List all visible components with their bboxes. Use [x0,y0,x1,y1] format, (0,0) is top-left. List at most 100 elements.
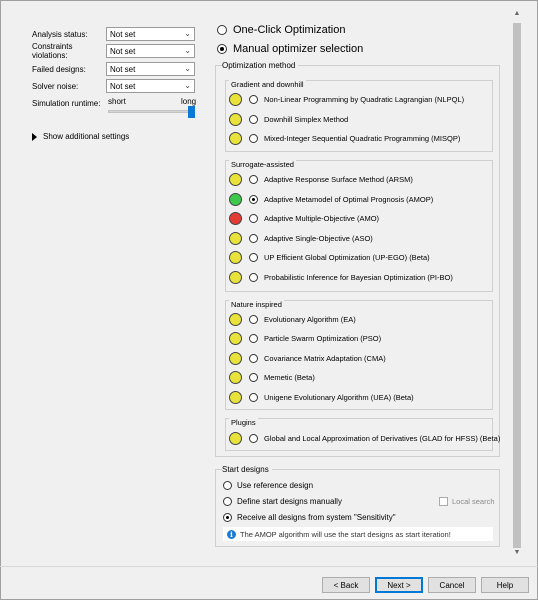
algo-row-glad[interactable]: Global and Local Approximation of Deriva… [229,430,501,446]
algo-radio[interactable] [249,433,258,443]
scroll-down-arrow-icon[interactable]: ▼ [513,549,521,557]
algo-label: Unigene Evolutionary Algorithm (UEA) (Be… [264,392,414,402]
algo-label: Evolutionary Algorithm (EA) [264,314,356,324]
algo-row-amop[interactable]: Adaptive Metamodel of Optimal Prognosis … [229,191,497,207]
select-value: Not set [110,46,136,56]
algo-radio[interactable] [249,114,258,124]
algo-label: UP Efficient Global Optimization (UP-EGO… [264,252,430,262]
show-additional-settings[interactable]: Show additional settings [32,132,129,141]
runtime-label: Simulation runtime: [32,99,101,108]
select-value: Not set [110,64,136,74]
algo-radio[interactable] [249,252,258,262]
algo-row-nlpql[interactable]: Non-Linear Programming by Quadratic Lagr… [229,91,497,107]
chevron-down-icon: ⌄ [184,29,191,38]
expand-triangle-icon [32,132,37,141]
algo-radio[interactable] [249,272,258,282]
footer-divider [0,566,538,567]
algo-row-downhill-simplex[interactable]: Downhill Simplex Method [229,111,497,127]
algo-label: Adaptive Response Surface Method (ARSM) [264,174,413,184]
algo-row-cma[interactable]: Covariance Matrix Adaptation (CMA) [229,350,497,366]
algo-row-pso[interactable]: Particle Swarm Optimization (PSO) [229,330,497,346]
receive-all-designs-option[interactable]: Receive all designs from system "Sensiti… [223,513,396,522]
algo-label: Downhill Simplex Method [264,114,349,124]
start-option-label: Receive all designs from system "Sensiti… [237,513,396,522]
use-reference-design-option[interactable]: Use reference design [223,481,313,490]
algo-row-arsm[interactable]: Adaptive Response Surface Method (ARSM) [229,171,497,187]
algo-radio[interactable] [249,94,258,104]
criteria-pane: Analysis status: Not set ⌄ Constraints v… [0,0,203,570]
algo-radio[interactable] [249,213,258,223]
chevron-down-icon: ⌄ [184,81,191,90]
start-radio[interactable] [223,497,232,506]
algo-radio[interactable] [249,174,258,184]
manual-radio[interactable] [217,44,227,54]
show-additional-label: Show additional settings [43,132,130,141]
start-radio[interactable] [223,481,232,490]
algo-row-aso[interactable]: Adaptive Single-Objective (ASO) [229,230,497,246]
status-lamp-icon [229,351,242,365]
scrollbar-thumb[interactable] [513,23,521,548]
status-lamp-icon [229,312,242,326]
failed-designs-select[interactable]: Not set ⌄ [106,62,195,76]
runtime-long-label: long [181,97,197,106]
one-click-radio[interactable] [217,25,227,35]
runtime-slider-track[interactable] [108,110,194,113]
algo-radio[interactable] [249,333,258,343]
runtime-slider-thumb[interactable] [188,106,195,118]
algo-label: Mixed-Integer Sequential Quadratic Progr… [264,133,461,143]
algo-radio[interactable] [249,353,258,363]
info-message: i The AMOP algorithm will use the start … [223,527,493,541]
status-lamp-icon [229,431,242,445]
one-click-option[interactable]: One-Click Optimization [217,24,345,36]
algo-radio[interactable] [249,194,258,204]
cancel-button[interactable]: Cancel [428,577,476,593]
algo-radio[interactable] [249,133,258,143]
back-button[interactable]: < Back [322,577,370,593]
criterion-label: Solver noise: [32,81,79,91]
criterion-label: Constraints violations: [32,42,73,60]
scroll-up-arrow-icon[interactable]: ▲ [513,10,521,18]
status-lamp-icon [229,370,242,384]
algo-row-up-ego[interactable]: UP Efficient Global Optimization (UP-EGO… [229,249,497,265]
category-title: Surrogate-assisted [229,160,296,169]
criterion-constraints-violations: Constraints violations: Not set ⌄ [32,42,197,60]
algo-label: Adaptive Single-Objective (ASO) [264,233,373,243]
algo-row-pi-bo[interactable]: Probabilistic Inference for Bayesian Opt… [229,269,497,285]
manual-label: Manual optimizer selection [233,43,364,55]
algo-label: Memetic (Beta) [264,372,315,382]
algo-row-uea[interactable]: Unigene Evolutionary Algorithm (UEA) (Be… [229,389,497,405]
define-manually-option[interactable]: Define start designs manually [223,497,342,506]
category-title: Gradient and downhill [229,80,306,89]
criterion-analysis-status: Analysis status: Not set ⌄ [32,27,197,41]
algo-label: Global and Local Approximation of Deriva… [264,433,501,443]
category-title: Plugins [229,418,258,427]
info-text: The AMOP algorithm will use the start de… [240,529,451,539]
start-radio[interactable] [223,513,232,522]
algo-row-misqp[interactable]: Mixed-Integer Sequential Quadratic Progr… [229,130,497,146]
status-lamp-icon [229,231,242,245]
next-button[interactable]: Next > [375,577,423,593]
algo-row-amo[interactable]: Adaptive Multiple-Objective (AMO) [229,210,497,226]
constraints-violations-select[interactable]: Not set ⌄ [106,44,195,58]
solver-noise-select[interactable]: Not set ⌄ [106,79,195,93]
help-button[interactable]: Help [481,577,529,593]
vertical-scrollbar[interactable]: ▲ ▼ [511,10,523,557]
checkbox-box[interactable] [439,497,448,506]
algo-row-memetic[interactable]: Memetic (Beta) [229,369,497,385]
algo-row-ea[interactable]: Evolutionary Algorithm (EA) [229,311,497,327]
category-title: Nature inspired [229,300,284,309]
algo-radio[interactable] [249,233,258,243]
analysis-status-select[interactable]: Not set ⌄ [106,27,195,41]
start-option-label: Use reference design [237,481,314,490]
select-value: Not set [110,81,136,91]
algo-radio[interactable] [249,314,258,324]
algo-radio[interactable] [249,392,258,402]
algo-radio[interactable] [249,372,258,382]
status-lamp-icon [229,192,242,206]
chevron-down-icon: ⌄ [184,64,191,73]
status-lamp-icon [229,112,242,126]
manual-option[interactable]: Manual optimizer selection [217,43,363,55]
local-search-checkbox[interactable]: Local search [439,497,495,506]
status-lamp-icon [229,390,242,404]
local-search-label: Local search [452,497,495,506]
